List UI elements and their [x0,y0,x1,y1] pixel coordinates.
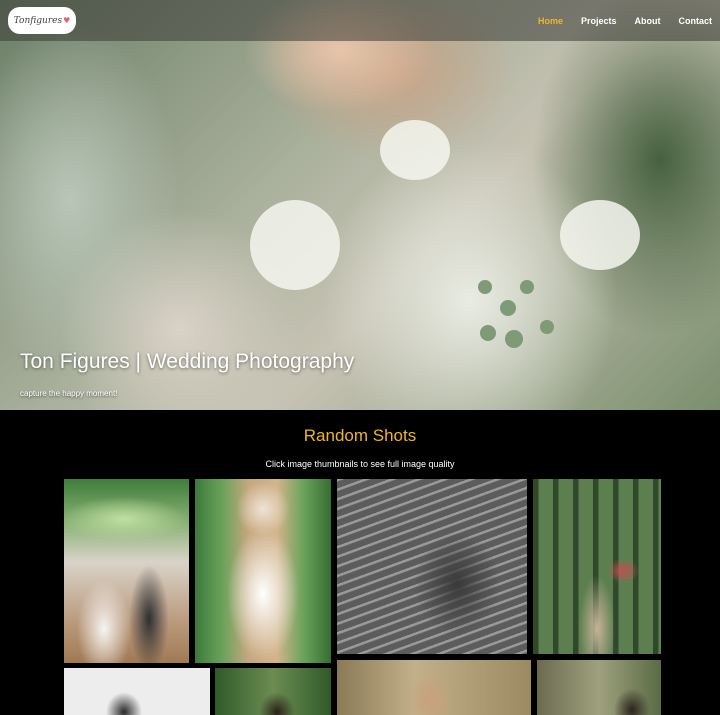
gallery-subtitle: Click image thumbnails to see full image… [265,459,455,469]
hero-photo-detail [540,320,554,334]
heart-icon: ♥ [63,16,71,25]
hero-photo-detail [478,280,492,294]
nav-link-about[interactable]: About [625,16,669,26]
nav-link-home[interactable]: Home [528,16,571,26]
logo[interactable]: Tonfigures ♥ [8,7,76,34]
hero-photo-detail [380,120,450,180]
gallery-thumbnail[interactable] [537,660,661,715]
hero-photo-detail [250,200,340,290]
hero-photo-detail [505,330,523,348]
hero-title: Ton Figures | Wedding Photography [20,350,355,373]
main-nav: Home Projects About Contact [528,0,720,41]
logo-text: Tonfigures [13,15,63,26]
gallery-thumbnail[interactable] [337,479,527,654]
gallery-thumbnail[interactable] [215,668,331,715]
nav-link-projects[interactable]: Projects [571,16,625,26]
hero-subtitle: capture the happy moment! [20,389,118,398]
nav-link-contact[interactable]: Contact [669,16,720,26]
gallery-thumbnail[interactable] [533,479,661,654]
hero-photo-detail [560,200,640,270]
gallery-thumbnail[interactable] [337,660,531,715]
hero-photo-detail [480,325,496,341]
gallery-thumbnail[interactable] [64,479,189,663]
gallery-thumbnail[interactable] [195,479,331,663]
gallery-title: Random Shots [303,426,417,445]
navbar: Tonfigures ♥ Home Projects About Contact [0,0,720,41]
hero-photo-detail [500,300,516,316]
gallery-thumbnail[interactable] [64,668,210,715]
hero-photo-detail [520,280,534,294]
hero-banner: Tonfigures ♥ Home Projects About Contact … [0,0,720,410]
